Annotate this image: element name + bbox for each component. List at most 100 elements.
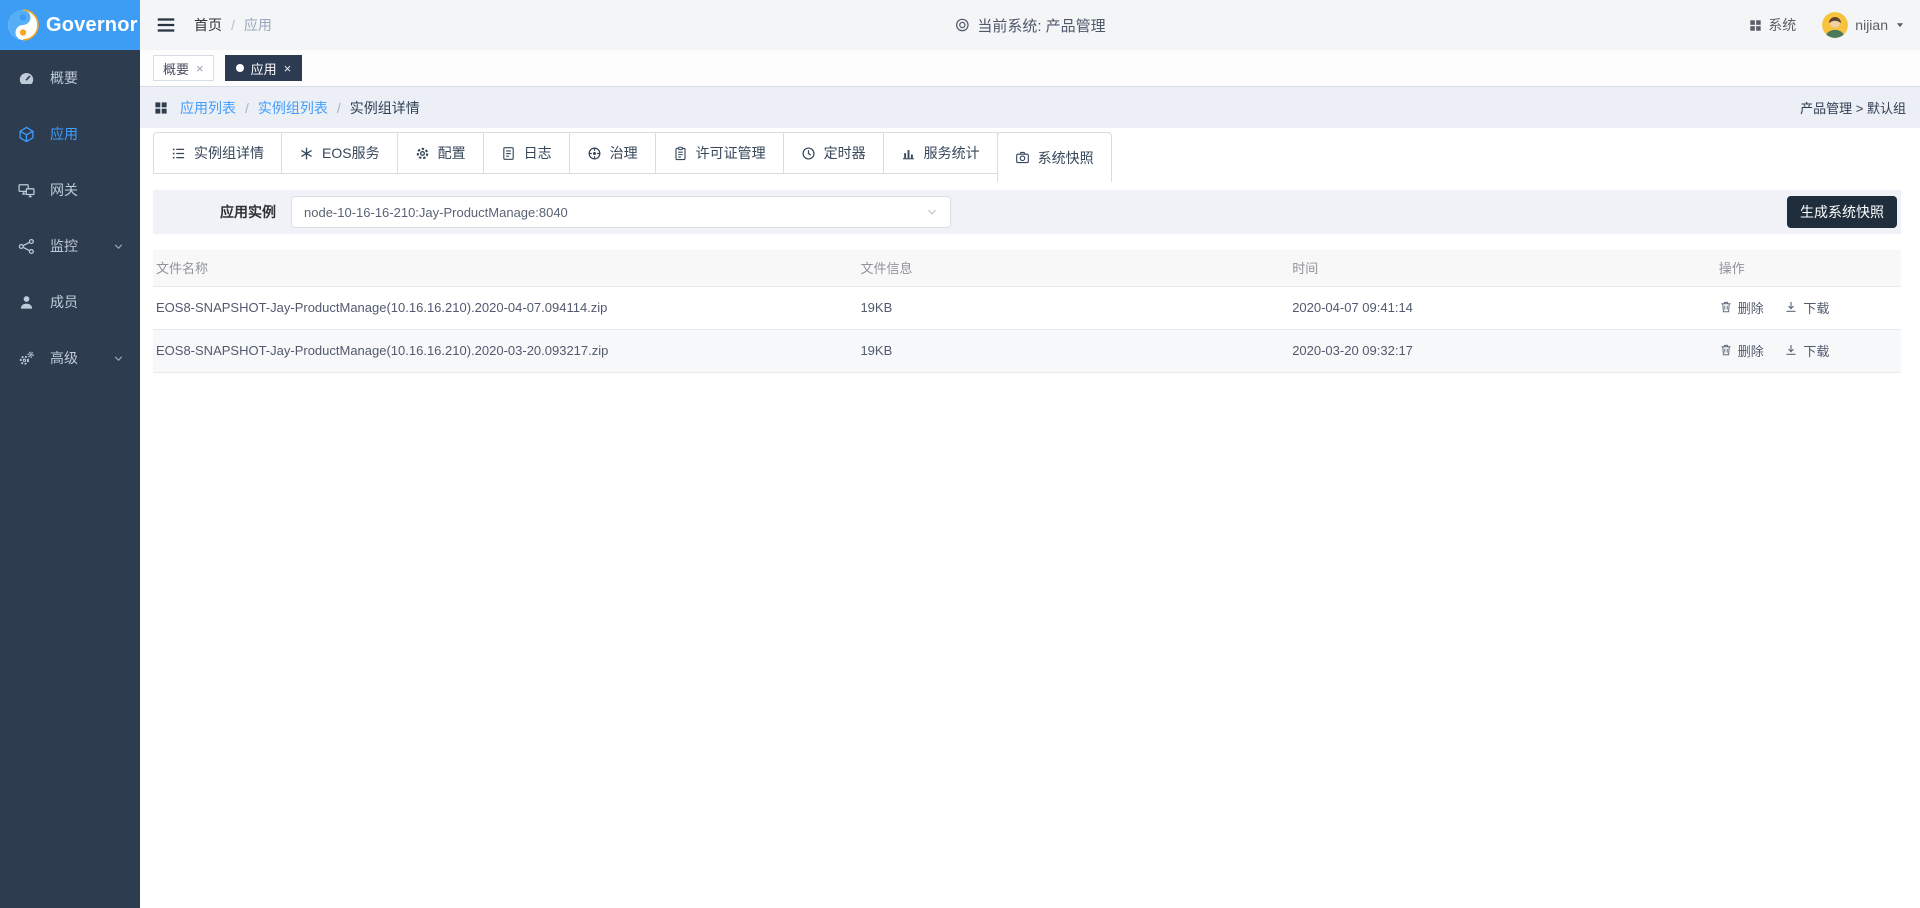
sidebar-item-label: 监控 <box>50 236 78 256</box>
sidebar-item-gateway[interactable]: 网关 <box>0 162 140 218</box>
current-system-indicator: 当前系统: 产品管理 <box>954 15 1105 36</box>
col-actions: 操作 <box>1716 250 1901 286</box>
license-clipboard-icon <box>673 146 688 161</box>
breadcrumb-separator: / <box>337 100 341 116</box>
governor-swirl-logo <box>7 9 39 41</box>
table-header-row: 文件名称 文件信息 时间 操作 <box>153 250 1901 286</box>
instance-label: 应用实例 <box>220 202 276 222</box>
close-icon[interactable]: × <box>196 62 204 75</box>
sidebar-item-advanced[interactable]: 高级 <box>0 330 140 386</box>
eye-icon <box>954 17 970 33</box>
breadcrumb-home[interactable]: 首页 <box>194 15 222 35</box>
close-icon[interactable]: × <box>284 62 292 75</box>
sidebar-nav: 概要 应用 网关 监控 成员 高级 <box>0 50 140 386</box>
generate-snapshot-button[interactable]: 生成系统快照 <box>1787 196 1897 228</box>
tab-service-stats[interactable]: 服务统计 <box>883 132 998 174</box>
delete-label: 删除 <box>1738 298 1764 317</box>
gateway-icon <box>18 182 35 199</box>
trash-icon <box>1719 300 1733 314</box>
tab-label: 治理 <box>610 143 638 163</box>
delete-label: 删除 <box>1738 341 1764 360</box>
sidebar-item-label: 网关 <box>50 180 78 200</box>
tab-logs[interactable]: 日志 <box>483 132 570 174</box>
tab-label: 日志 <box>524 143 552 163</box>
app-cube-icon <box>18 126 35 143</box>
camera-icon <box>1015 150 1030 165</box>
chevron-down-icon <box>113 353 124 364</box>
col-file-name: 文件名称 <box>153 250 857 286</box>
page-breadcrumb-row: 应用列表 / 实例组列表 / 实例组详情 产品管理 > 默认组 <box>140 87 1920 128</box>
tag-label: 概要 <box>163 59 189 78</box>
sidebar-item-label: 应用 <box>50 124 78 144</box>
download-label: 下载 <box>1803 341 1829 360</box>
current-system-text: 当前系统: 产品管理 <box>977 15 1105 36</box>
table-row: EOS8-SNAPSHOT-Jay-ProductManage(10.16.16… <box>153 286 1901 329</box>
tab-governance[interactable]: 治理 <box>569 132 656 174</box>
actions-cell: 删除 下载 <box>1716 286 1901 329</box>
instance-select-value: node-10-16-16-210:Jay-ProductManage:8040 <box>304 205 568 220</box>
tag-applications[interactable]: 应用 × <box>225 55 303 81</box>
username: nijian <box>1855 17 1888 33</box>
tab-label: 配置 <box>438 143 466 163</box>
tab-eos-service[interactable]: EOS服务 <box>281 132 398 174</box>
delete-button[interactable]: 删除 <box>1719 298 1764 317</box>
instance-selector-row: 应用实例 node-10-16-16-210:Jay-ProductManage… <box>153 190 1901 234</box>
sidebar: Governor 概要 应用 网关 监控 成员 <box>0 0 140 908</box>
instance-select[interactable]: node-10-16-16-210:Jay-ProductManage:8040 <box>291 196 951 228</box>
sidebar-item-label: 成员 <box>50 292 78 312</box>
sidebar-item-label: 概要 <box>50 68 78 88</box>
breadcrumb: 首页 / 应用 <box>194 15 272 35</box>
breadcrumb-separator: / <box>231 17 235 33</box>
system-menu-button[interactable]: 系统 <box>1749 15 1796 35</box>
breadcrumb-current: 应用 <box>244 15 272 35</box>
tab-system-snapshot[interactable]: 系统快照 <box>997 132 1112 182</box>
user-menu[interactable]: nijian <box>1822 12 1905 38</box>
tab-timer[interactable]: 定时器 <box>783 132 884 174</box>
active-dot <box>236 64 244 72</box>
sidebar-item-members[interactable]: 成员 <box>0 274 140 330</box>
tag-overview[interactable]: 概要 × <box>153 55 214 81</box>
breadcrumb-app-list[interactable]: 应用列表 <box>180 98 236 118</box>
sidebar-item-overview[interactable]: 概要 <box>0 50 140 106</box>
col-time: 时间 <box>1289 250 1716 286</box>
top-navbar: 首页 / 应用 当前系统: 产品管理 系统 nijian <box>140 0 1920 50</box>
tab-label: 许可证管理 <box>696 143 766 163</box>
detail-tabs: 实例组详情 EOS服务 配置 日志 治理 <box>153 132 1901 182</box>
file-name-cell: EOS8-SNAPSHOT-Jay-ProductManage(10.16.16… <box>153 329 857 372</box>
navbar-right: 系统 nijian <box>1749 12 1905 38</box>
tab-configuration[interactable]: 配置 <box>397 132 484 174</box>
delete-button[interactable]: 删除 <box>1719 341 1764 360</box>
download-icon <box>1784 300 1798 314</box>
dashboard-icon <box>18 70 35 87</box>
file-info-cell: 19KB <box>857 286 1289 329</box>
chevron-down-icon <box>113 241 124 252</box>
sidebar-item-label: 高级 <box>50 348 78 368</box>
tab-label: 系统快照 <box>1038 148 1094 168</box>
system-group-path: 产品管理 > 默认组 <box>1800 98 1906 117</box>
content-panel: 实例组详情 EOS服务 配置 日志 治理 <box>140 128 1920 908</box>
sidebar-item-applications[interactable]: 应用 <box>0 106 140 162</box>
monitor-share-icon <box>18 238 35 255</box>
snapshot-table: 文件名称 文件信息 时间 操作 EOS8-SNAPSHOT-Jay-Produc… <box>153 250 1901 373</box>
gear-icon <box>415 146 430 161</box>
logo: Governor <box>0 0 140 50</box>
app-root: Governor 概要 应用 网关 监控 成员 <box>0 0 1920 908</box>
timer-clock-icon <box>801 146 816 161</box>
breadcrumb-instance-group-list[interactable]: 实例组列表 <box>258 98 328 118</box>
tags-bar: 概要 × 应用 × <box>140 50 1920 87</box>
tab-license-management[interactable]: 许可证管理 <box>655 132 784 174</box>
download-button[interactable]: 下载 <box>1784 298 1829 317</box>
avatar <box>1822 12 1848 38</box>
file-name-cell: EOS8-SNAPSHOT-Jay-ProductManage(10.16.16… <box>153 286 857 329</box>
caret-down-icon <box>1895 20 1905 30</box>
download-label: 下载 <box>1803 298 1829 317</box>
sidebar-item-monitor[interactable]: 监控 <box>0 218 140 274</box>
tab-label: 定时器 <box>824 143 866 163</box>
tab-instance-group-detail[interactable]: 实例组详情 <box>153 132 282 174</box>
file-info-cell: 19KB <box>857 329 1289 372</box>
stats-bars-icon <box>901 146 916 161</box>
actions-cell: 删除 下载 <box>1716 329 1901 372</box>
download-button[interactable]: 下载 <box>1784 341 1829 360</box>
advanced-gears-icon <box>18 350 35 367</box>
hamburger-menu-icon[interactable] <box>155 14 177 36</box>
